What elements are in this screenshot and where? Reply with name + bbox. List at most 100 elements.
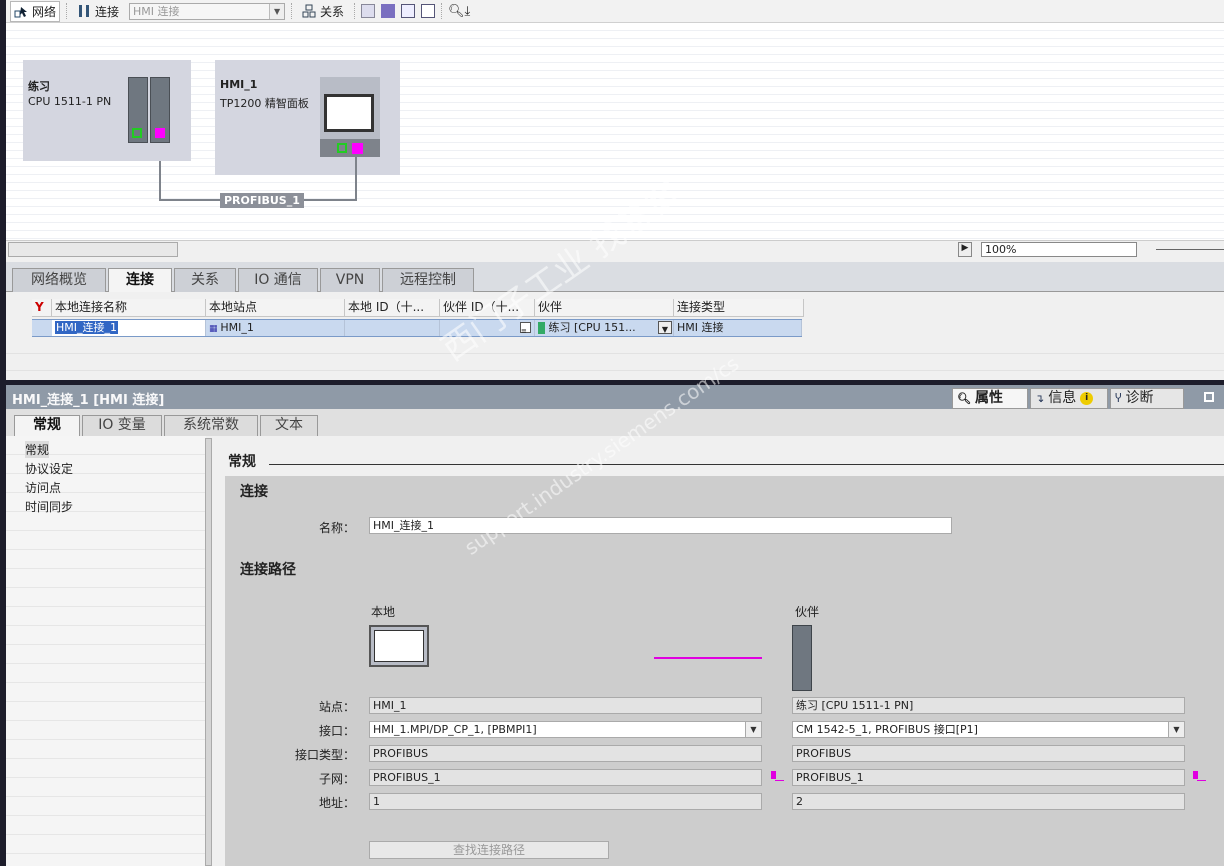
interface-label: 接口： bbox=[318, 724, 355, 738]
partner-station-field: 练习 [CPU 1511-1 PN] bbox=[792, 697, 1185, 714]
tab-label: 信息 bbox=[1048, 390, 1077, 406]
name-label: 名称： bbox=[318, 521, 355, 535]
table-row[interactable]: HMI_连接_1 ▦ HMI_1 ≡ 练习 [CPU 151... ▼ HMI 连… bbox=[32, 319, 802, 337]
relations-button[interactable]: 关系 bbox=[298, 1, 348, 22]
tab-network-overview[interactable]: 网络概览 bbox=[12, 268, 106, 292]
zoom-select[interactable]: 100% bbox=[981, 242, 1137, 257]
connections-label: 连接 bbox=[95, 4, 120, 19]
tab-io-tags[interactable]: IO 变量 bbox=[82, 415, 162, 436]
network-view-button[interactable]: 网络 bbox=[10, 0, 61, 22]
info-arrow-icon: ↴ bbox=[1035, 392, 1045, 405]
zoom-slider[interactable] bbox=[1156, 249, 1224, 250]
local-interface-select[interactable]: HMI_1.MPI/DP_CP_1, [PBMPI1] ▼ bbox=[369, 721, 762, 738]
column-header[interactable]: 本地连接名称 bbox=[52, 299, 206, 317]
cpu-module-icon bbox=[128, 77, 148, 143]
cm-module-icon bbox=[150, 77, 170, 143]
subnet-icon bbox=[1193, 771, 1206, 783]
local-station-field: HMI_1 bbox=[369, 697, 762, 714]
local-address-field: 1 bbox=[369, 793, 762, 810]
nav-access-point[interactable]: 访问点 bbox=[25, 479, 61, 496]
column-header[interactable]: 本地 ID（十... bbox=[345, 299, 440, 317]
tab-info[interactable]: ↴ 信息 i bbox=[1030, 388, 1108, 409]
tab-relations[interactable]: 关系 bbox=[174, 268, 236, 292]
tab-label: 诊断 bbox=[1125, 390, 1154, 406]
connections-icon bbox=[77, 4, 91, 18]
horizontal-scrollbar[interactable] bbox=[8, 242, 178, 257]
nav-general[interactable]: 常规 bbox=[25, 441, 50, 458]
list-icon[interactable]: ≡ bbox=[520, 322, 531, 335]
device-model: TP1200 精智面板 bbox=[220, 97, 309, 110]
local-interface-type-field: PROFIBUS bbox=[369, 745, 762, 762]
device-model: CPU 1511-1 PN bbox=[28, 95, 112, 108]
subnet-label: 子网： bbox=[318, 772, 355, 786]
properties-title: HMI_连接_1 [HMI 连接] bbox=[12, 393, 165, 408]
partner-heading: 伙伴 bbox=[795, 605, 820, 619]
connection-name-cell[interactable]: HMI_连接_1 bbox=[52, 320, 206, 336]
properties-nav: 常规 协议设定 访问点 时间同步 bbox=[6, 436, 206, 866]
column-icon[interactable] bbox=[421, 4, 436, 18]
local-heading: 本地 bbox=[371, 605, 396, 619]
subnet-label[interactable]: PROFIBUS_1 bbox=[220, 193, 304, 208]
interface-type-label: 接口类型： bbox=[294, 748, 355, 762]
device-hmi[interactable]: HMI_1 TP1200 精智面板 bbox=[215, 60, 400, 175]
zoom-value: 100% bbox=[985, 243, 1017, 256]
table-icon[interactable] bbox=[401, 4, 416, 18]
connection-type-value: HMI 连接 bbox=[133, 4, 180, 18]
local-station: HMI_1 bbox=[220, 321, 254, 334]
tab-general[interactable]: 常规 bbox=[14, 415, 80, 437]
properties-tabs: 常规 IO 变量 系统常数 文本 bbox=[6, 409, 1224, 437]
restore-window-icon[interactable] bbox=[1204, 392, 1214, 402]
tab-texts[interactable]: 文本 bbox=[260, 415, 318, 436]
scroll-right-icon[interactable]: ▶ bbox=[958, 242, 972, 257]
tab-remote-control[interactable]: 远程控制 bbox=[382, 268, 474, 292]
connections-table: Y 本地连接名称 本地站点 本地 ID（十... 伙伴 ID（十... 伙伴 连… bbox=[6, 292, 1224, 380]
column-header[interactable]: 伙伴 ID（十... bbox=[440, 299, 535, 317]
show-address-icon[interactable] bbox=[381, 4, 396, 18]
find-path-button[interactable]: 查找连接路径 bbox=[369, 841, 609, 859]
partner-cell[interactable]: 练习 [CPU 151... ▼ bbox=[535, 320, 674, 336]
info-badge-icon: i bbox=[1080, 392, 1094, 405]
connections-button[interactable]: 连接 bbox=[73, 1, 123, 22]
nav-splitter[interactable] bbox=[205, 438, 212, 866]
partner-interface-select[interactable]: CM 1542-5_1, PROFIBUS 接口[P1] ▼ bbox=[792, 721, 1185, 738]
toolbar: 网络 连接 HMI 连接 ▼ 关系 🔍︎⤓ bbox=[6, 0, 1224, 23]
hmi-port bbox=[320, 139, 380, 157]
local-interface-value: HMI_1.MPI/DP_CP_1, [PBMPI1] bbox=[373, 723, 537, 736]
device-plc[interactable]: 练习 CPU 1511-1 PN bbox=[23, 60, 191, 161]
name-icon[interactable] bbox=[361, 4, 376, 18]
overview-tabs: 网络概览 连接 关系 IO 通信 VPN 远程控制 bbox=[6, 262, 1224, 293]
name-input[interactable]: HMI_连接_1 bbox=[369, 517, 952, 534]
partner-interface-value: CM 1542-5_1, PROFIBUS 接口[P1] bbox=[796, 723, 978, 736]
column-header[interactable]: 连接类型 bbox=[674, 299, 804, 317]
chevron-down-icon: ▼ bbox=[745, 722, 761, 737]
local-id-cell[interactable] bbox=[345, 320, 440, 336]
tab-properties[interactable]: 🔍︎ 属性 bbox=[952, 388, 1028, 409]
device-name: HMI_1 bbox=[220, 78, 258, 91]
relations-label: 关系 bbox=[320, 4, 345, 19]
column-header[interactable]: 本地站点 bbox=[206, 299, 345, 317]
tab-vpn[interactable]: VPN bbox=[320, 268, 380, 292]
local-station-cell[interactable]: ▦ HMI_1 bbox=[206, 320, 345, 336]
zoom-icon[interactable]: 🔍︎⤓ bbox=[448, 4, 470, 19]
column-header[interactable]: 伙伴 bbox=[535, 299, 674, 317]
partner-address-field: 2 bbox=[792, 793, 1185, 810]
partner-subnet-field: PROFIBUS_1 bbox=[792, 769, 1185, 786]
network-canvas[interactable]: 练习 CPU 1511-1 PN HMI_1 TP1200 精智面板 PROFI… bbox=[6, 23, 1224, 240]
filter-icon[interactable]: Y bbox=[32, 299, 52, 317]
nav-time-sync[interactable]: 时间同步 bbox=[25, 498, 73, 515]
tab-label: 属性 bbox=[974, 390, 1003, 406]
tab-diagnostics[interactable]: Ⴤ 诊断 bbox=[1110, 388, 1184, 409]
local-subnet-field: PROFIBUS_1 bbox=[369, 769, 762, 786]
partner: 练习 [CPU 151... bbox=[548, 321, 636, 334]
chevron-down-icon[interactable]: ▼ bbox=[658, 321, 672, 334]
network-label: 网络 bbox=[32, 4, 57, 19]
connection-type-select[interactable]: HMI 连接 ▼ bbox=[129, 2, 286, 20]
connection-type-cell: HMI 连接 bbox=[674, 320, 802, 336]
tab-connections[interactable]: 连接 bbox=[108, 268, 172, 293]
tab-system-constants[interactable]: 系统常数 bbox=[164, 415, 258, 436]
partner-id-cell[interactable]: ≡ bbox=[440, 320, 535, 336]
nav-protocol[interactable]: 协议设定 bbox=[25, 460, 73, 477]
connection-name: HMI_连接_1 bbox=[55, 321, 119, 334]
station-label: 站点： bbox=[318, 700, 355, 714]
tab-io-communication[interactable]: IO 通信 bbox=[238, 268, 318, 292]
